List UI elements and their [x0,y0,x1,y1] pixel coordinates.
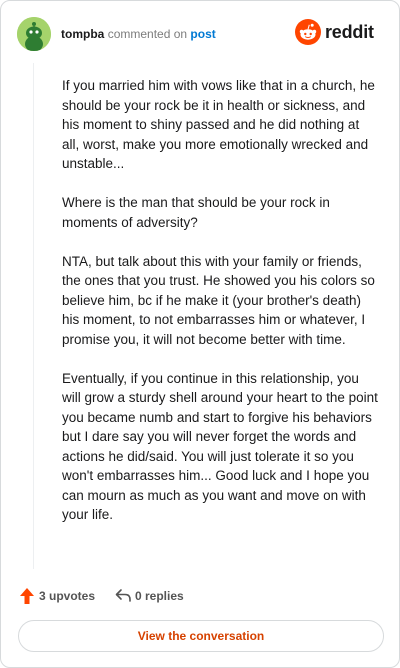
upvote-arrow-icon [20,588,34,604]
comment-actions: 3 upvotes 0 replies [19,586,381,606]
upvotes-count: 3 upvotes [39,589,96,603]
comment-paragraph: Where is the man that should be your roc… [62,195,330,230]
upvote-button[interactable]: 3 upvotes [19,586,99,606]
avatar[interactable] [17,17,51,51]
comment-paragraph: NTA, but talk about this with your famil… [62,253,375,347]
comment-embed-card: tompba commented on post reddit If you m… [0,0,400,668]
replies-button[interactable]: 0 replies [115,586,205,606]
view-conversation-button[interactable]: View the conversation [18,620,384,652]
comment-paragraph: Eventually, if you continue in this rela… [62,370,378,523]
reddit-wordmark: reddit [325,22,374,42]
comment-body: If you married him with vows like that i… [62,76,378,544]
comment-paragraph: If you married him with vows like that i… [62,78,375,171]
comment-verb: commented on [107,27,188,41]
username-link[interactable]: tompba [61,27,104,41]
snoo-avatar-icon [17,17,51,51]
comment-header: tompba commented on post reddit [17,15,383,51]
replies-count: 0 replies [135,589,184,603]
reddit-brand[interactable]: reddit [295,19,383,49]
comment-meta: tompba commented on post [61,27,216,41]
reddit-logo-icon [295,19,321,45]
thread-line [33,63,34,569]
post-link[interactable]: post [190,27,215,41]
reply-arrow-icon [115,589,131,602]
